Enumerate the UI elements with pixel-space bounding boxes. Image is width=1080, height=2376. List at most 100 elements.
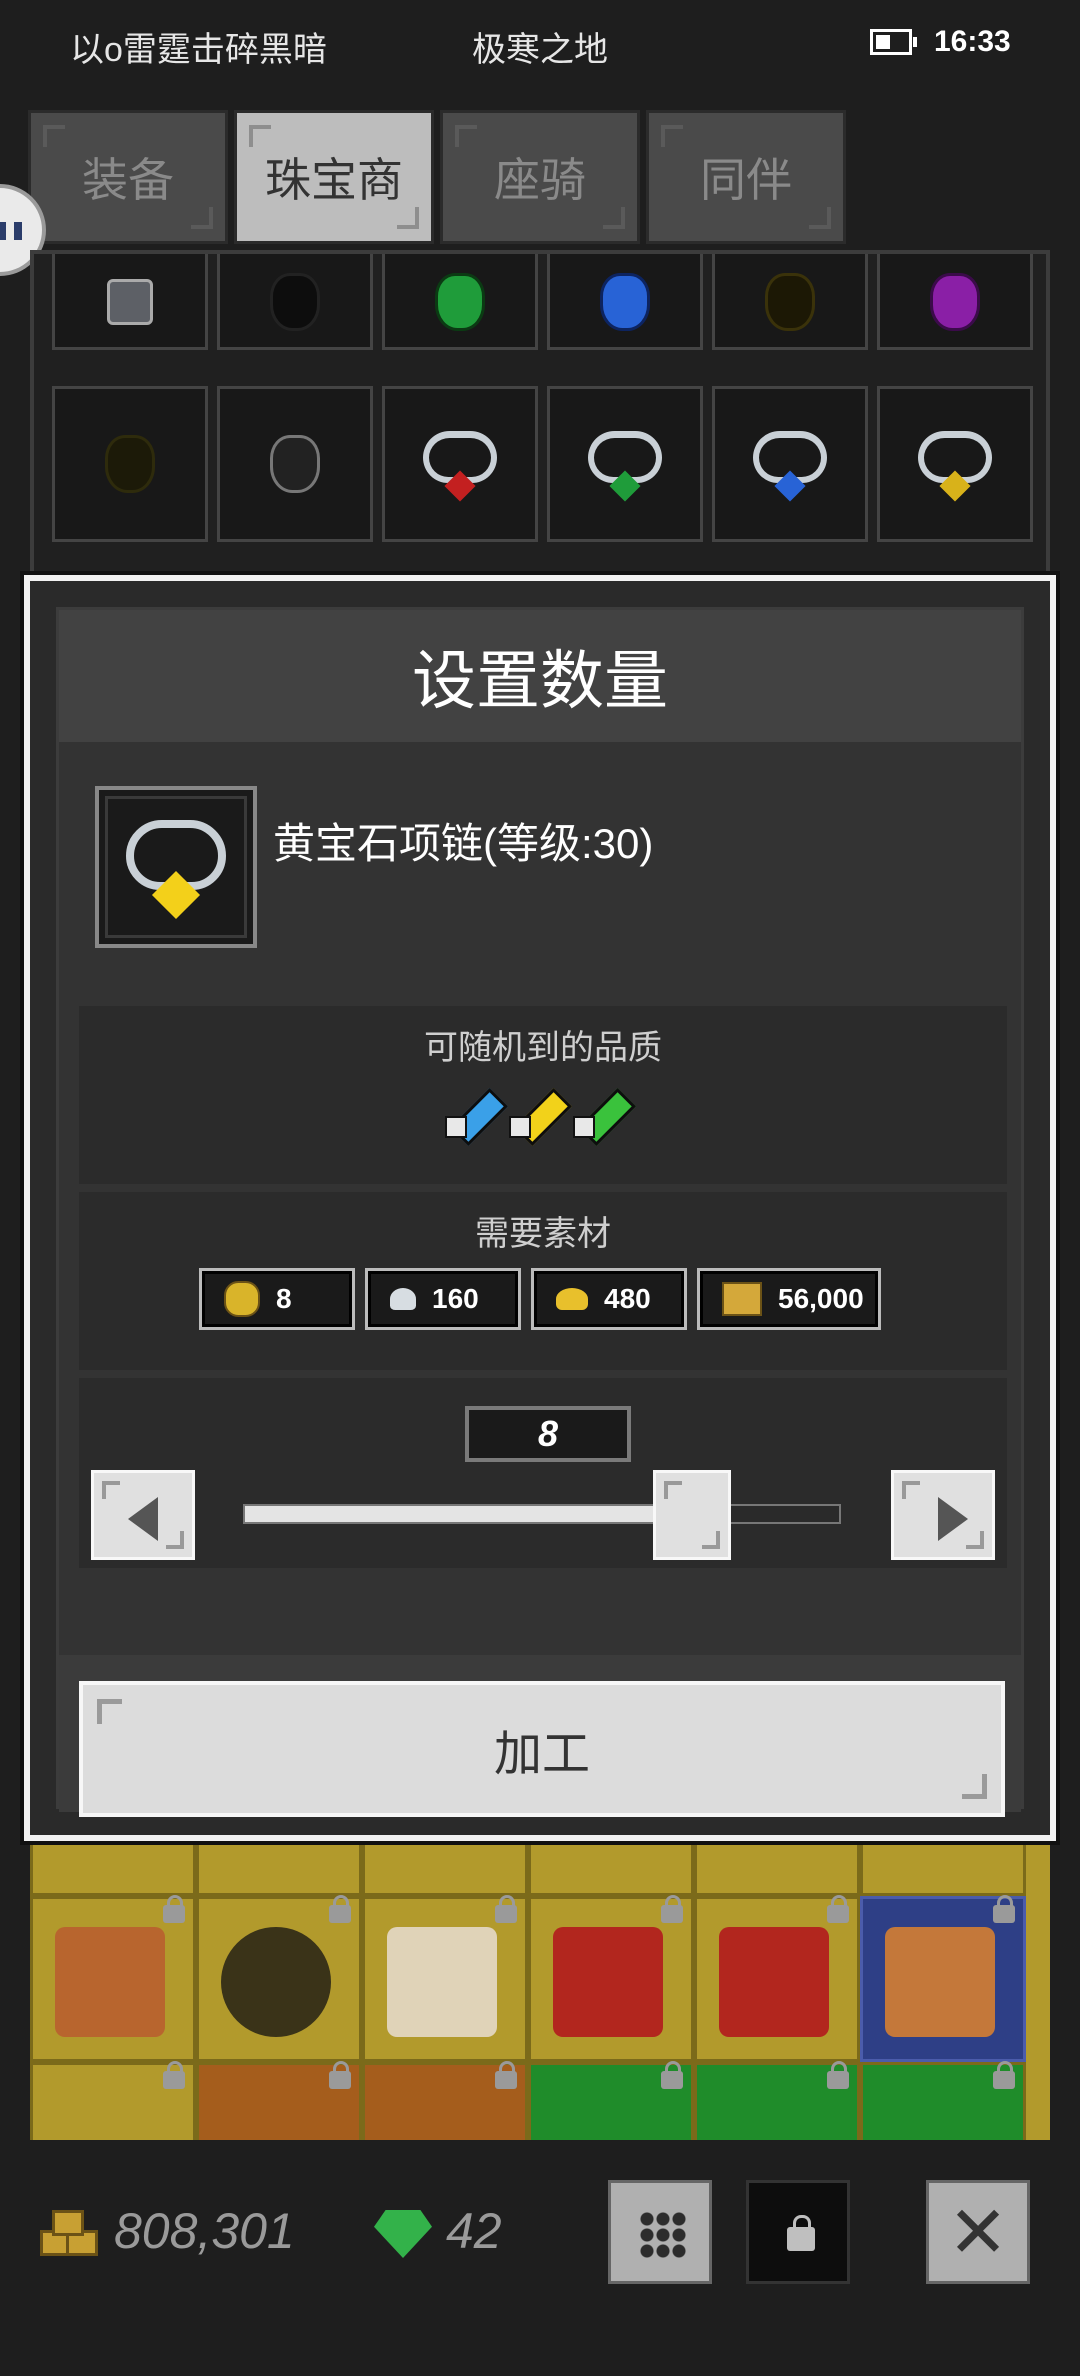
creature-mask-icon [387, 1927, 497, 2037]
material-gold-pile: 480 [531, 1268, 687, 1330]
lock-icon [993, 1895, 1015, 1923]
inventory-slot[interactable] [196, 1895, 362, 2062]
gold-bars-icon [722, 1282, 762, 1316]
tab-label: 座骑 [494, 154, 586, 206]
footer-bar: 808,301 42 ✕ [0, 2140, 1080, 2376]
sapphire-necklace-icon [753, 430, 827, 502]
dim-topaz-icon [765, 273, 815, 331]
lock-icon [661, 1895, 683, 1923]
item-slot[interactable] [712, 386, 868, 542]
lock-icon [329, 2061, 351, 2089]
item-slot[interactable] [217, 386, 373, 542]
inventory-slot[interactable] [860, 1840, 1026, 1896]
process-button[interactable]: 加工 [79, 1681, 1005, 1817]
inventory-slot[interactable] [30, 1895, 196, 2062]
process-label: 加工 [493, 1728, 590, 1781]
inventory-slot[interactable] [196, 2061, 362, 2140]
inventory-slot[interactable] [362, 2061, 528, 2140]
gold-pile-icon [556, 1288, 588, 1310]
inventory-slot[interactable] [362, 1840, 528, 1896]
lock-icon [993, 2061, 1015, 2089]
tab-equipment[interactable]: 装备 [28, 110, 228, 244]
sort-grid-button[interactable] [608, 2180, 712, 2284]
lock-icon [827, 1895, 849, 1923]
tab-companion[interactable]: 同伴 [646, 110, 846, 244]
set-quantity-dialog: 设置数量 黄宝石项链(等级:30) 可随机到的品质 需要素材 8 160 480… [24, 575, 1056, 1841]
quantity-slider[interactable] [243, 1504, 841, 1524]
inventory-slot[interactable] [196, 1840, 362, 1896]
item-slot[interactable] [217, 254, 373, 350]
item-slot[interactable] [877, 254, 1033, 350]
materials-panel: 需要素材 8 160 480 56,000 [79, 1192, 1007, 1370]
materials-label: 需要素材 [475, 1215, 611, 1253]
increase-button[interactable] [891, 1470, 995, 1560]
quality-panel: 可随机到的品质 [79, 1006, 1007, 1184]
inventory-slot[interactable] [860, 2061, 1026, 2140]
inventory-slot[interactable] [528, 1840, 694, 1896]
gem-count: 42 [446, 2203, 502, 2259]
inventory-slot[interactable] [694, 1840, 860, 1896]
materials-list: 8 160 480 56,000 [79, 1268, 1007, 1334]
material-topaz: 8 [199, 1268, 355, 1330]
amethyst-icon [930, 273, 980, 331]
material-silver-ore: 160 [365, 1268, 521, 1330]
silver-ore-icon [390, 1288, 416, 1310]
inventory-slot[interactable] [860, 1895, 1026, 2062]
item-slot[interactable] [382, 254, 538, 350]
ring-icon [221, 1927, 331, 2037]
decrease-button[interactable] [91, 1470, 195, 1560]
inventory-slot[interactable] [362, 1895, 528, 2062]
inventory-slot[interactable] [694, 1895, 860, 2062]
inventory-slot[interactable] [30, 2061, 196, 2140]
item-slot[interactable] [52, 254, 208, 350]
arrow-right-icon [938, 1497, 968, 1541]
topaz-necklace-icon [918, 430, 992, 502]
tab-label: 装备 [82, 154, 174, 206]
status-location: 极寒之地 [472, 31, 608, 69]
inventory-slot[interactable] [528, 2061, 694, 2140]
inventory-grid [30, 1840, 1050, 2140]
quantity-display: 8 [465, 1406, 631, 1462]
dialog-title: 设置数量 [59, 610, 1021, 742]
lock-icon [163, 1895, 185, 1923]
close-icon: ✕ [947, 2193, 1009, 2273]
red-dragon-helm-icon [719, 1927, 829, 2037]
tab-jeweler[interactable]: 珠宝商 [234, 110, 434, 244]
item-slot[interactable] [712, 254, 868, 350]
item-slot[interactable] [52, 386, 208, 542]
lock-toggle-button[interactable] [746, 2180, 850, 2284]
item-slot[interactable] [547, 386, 703, 542]
grey-gem-icon [107, 279, 153, 325]
status-bar: 以o雷霆击碎黑暗 极寒之地 16:33 [0, 0, 1080, 88]
scroll-armor-icon [55, 1927, 165, 2037]
status-time: 16:33 [934, 25, 1011, 58]
item-slot[interactable] [547, 254, 703, 350]
item-name: 黄宝石项链(等级:30) [273, 820, 654, 867]
sapphire-icon [600, 273, 650, 331]
inventory-slot[interactable] [694, 2061, 860, 2140]
dark-gem-icon [270, 273, 320, 331]
lock-icon [661, 2061, 683, 2089]
lock-icon [787, 2215, 815, 2251]
lock-icon [163, 2061, 185, 2089]
close-button[interactable]: ✕ [926, 2180, 1030, 2284]
emerald-icon [435, 273, 485, 331]
status-title: 以o雷霆击碎黑暗 [70, 31, 327, 69]
material-amount: 480 [604, 1283, 651, 1314]
tab-mount[interactable]: 座骑 [440, 110, 640, 244]
inventory-slot[interactable] [528, 1895, 694, 2062]
red-dragon-helm-icon [553, 1927, 663, 2037]
tab-label: 珠宝商 [265, 154, 403, 206]
black-gem-icon [270, 435, 320, 493]
item-slot[interactable] [382, 386, 538, 542]
slider-fill [245, 1506, 694, 1522]
battery-icon [870, 29, 917, 55]
dialog-body: 设置数量 黄宝石项链(等级:30) 可随机到的品质 需要素材 8 160 480… [56, 607, 1024, 1817]
emerald-icon [374, 2210, 432, 2258]
grid-icon [639, 2211, 687, 2259]
slider-thumb[interactable] [653, 1470, 731, 1560]
inventory-slot[interactable] [30, 1840, 196, 1896]
item-slot[interactable] [877, 386, 1033, 542]
item-preview [95, 786, 257, 948]
material-amount: 56,000 [778, 1283, 864, 1314]
